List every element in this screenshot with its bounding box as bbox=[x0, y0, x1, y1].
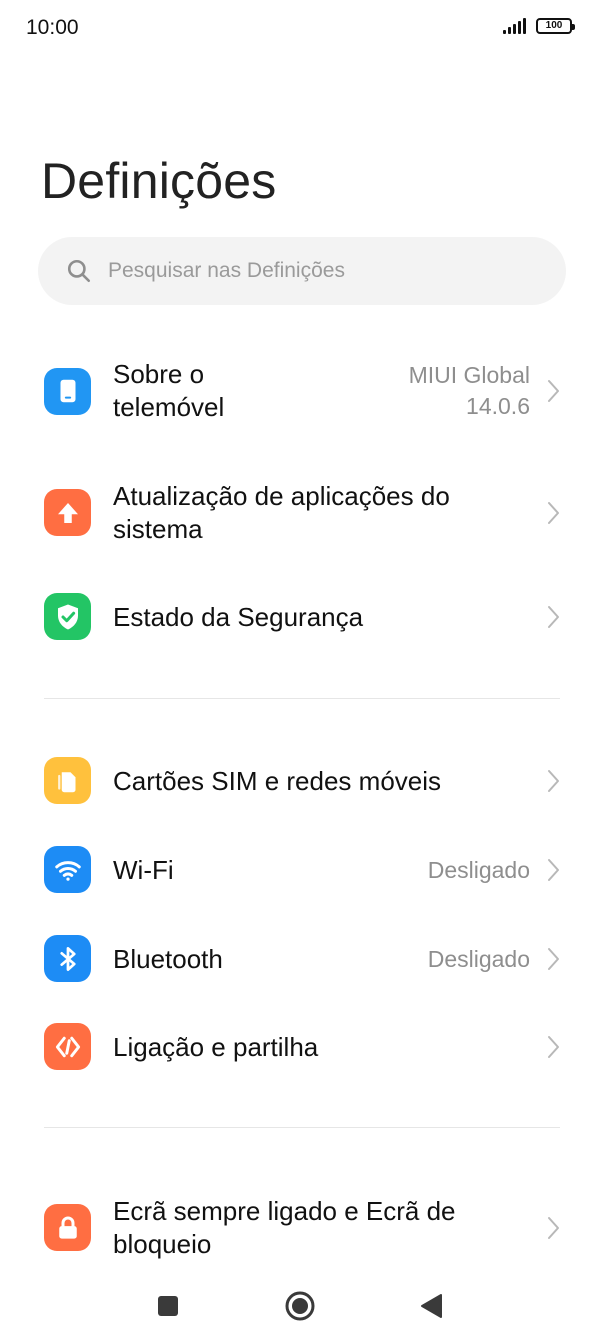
signal-icon bbox=[503, 18, 526, 34]
navigation-bar bbox=[0, 1276, 604, 1336]
chevron-right-icon bbox=[548, 770, 559, 792]
recents-button[interactable] bbox=[156, 1290, 180, 1322]
page-title: Definições bbox=[41, 153, 277, 209]
shield-check-icon bbox=[44, 593, 91, 640]
item-label: Wi-Fi bbox=[113, 855, 174, 885]
item-label: Sobre o telemóvel bbox=[113, 359, 225, 422]
settings-item-security-status[interactable]: Estado da Segurança bbox=[0, 593, 604, 641]
settings-item-wifi[interactable]: Wi-Fi Desligado bbox=[0, 846, 604, 894]
share-connect-icon bbox=[44, 1023, 91, 1070]
chevron-right-icon bbox=[548, 380, 559, 402]
arrow-up-icon bbox=[44, 489, 91, 536]
item-label: Atualização de aplicações do sistema bbox=[113, 481, 450, 544]
status-time: 10:00 bbox=[26, 16, 79, 39]
search-icon bbox=[67, 259, 91, 283]
chevron-right-icon bbox=[548, 948, 559, 970]
circle-icon bbox=[285, 1291, 315, 1321]
item-value: MIUI Global 14.0.6 bbox=[408, 362, 530, 419]
chevron-right-icon bbox=[548, 502, 559, 524]
chevron-right-icon bbox=[548, 859, 559, 881]
square-icon bbox=[158, 1296, 178, 1316]
status-indicators: 100 bbox=[503, 18, 575, 34]
wifi-icon bbox=[44, 846, 91, 893]
lock-icon bbox=[44, 1204, 91, 1251]
chevron-right-icon bbox=[548, 606, 559, 628]
sim-card-icon bbox=[44, 757, 91, 804]
settings-item-system-apps-update[interactable]: Atualização de aplicações do sistema bbox=[0, 480, 604, 546]
section-divider bbox=[44, 698, 560, 699]
search-placeholder: Pesquisar nas Definições bbox=[108, 259, 345, 282]
home-button[interactable] bbox=[284, 1290, 316, 1322]
item-value: Desligado bbox=[427, 946, 530, 972]
item-label: Cartões SIM e redes móveis bbox=[113, 766, 442, 796]
battery-icon: 100 bbox=[536, 18, 575, 34]
bluetooth-icon bbox=[44, 935, 91, 982]
settings-item-bluetooth[interactable]: Bluetooth Desligado bbox=[0, 935, 604, 983]
settings-item-sim-cards[interactable]: Cartões SIM e redes móveis bbox=[0, 757, 604, 805]
section-divider bbox=[44, 1127, 560, 1128]
item-label: Estado da Segurança bbox=[113, 602, 364, 632]
settings-item-connection-sharing[interactable]: Ligação e partilha bbox=[0, 1023, 604, 1071]
phone-icon bbox=[44, 367, 91, 415]
chevron-right-icon bbox=[548, 1036, 559, 1058]
triangle-back-icon bbox=[421, 1294, 442, 1318]
item-label: Bluetooth bbox=[113, 944, 223, 974]
search-input[interactable]: Pesquisar nas Definições bbox=[38, 237, 566, 305]
settings-screen: 10:00 100 Definições Pesquisar nas Defin… bbox=[0, 0, 604, 1344]
status-bar: 10:00 100 bbox=[0, 0, 604, 60]
item-label: Ecrã sempre ligado e Ecrã de bloqueio bbox=[113, 1196, 456, 1259]
settings-item-always-on-lock-screen[interactable]: Ecrã sempre ligado e Ecrã de bloqueio bbox=[0, 1195, 604, 1261]
back-button[interactable] bbox=[418, 1290, 444, 1322]
item-value: Desligado bbox=[427, 857, 530, 883]
battery-level: 100 bbox=[545, 20, 563, 31]
chevron-right-icon bbox=[548, 1217, 559, 1239]
item-label: Ligação e partilha bbox=[113, 1032, 319, 1062]
settings-item-about-phone[interactable]: Sobre o telemóvel MIUI Global 14.0.6 bbox=[0, 358, 604, 424]
